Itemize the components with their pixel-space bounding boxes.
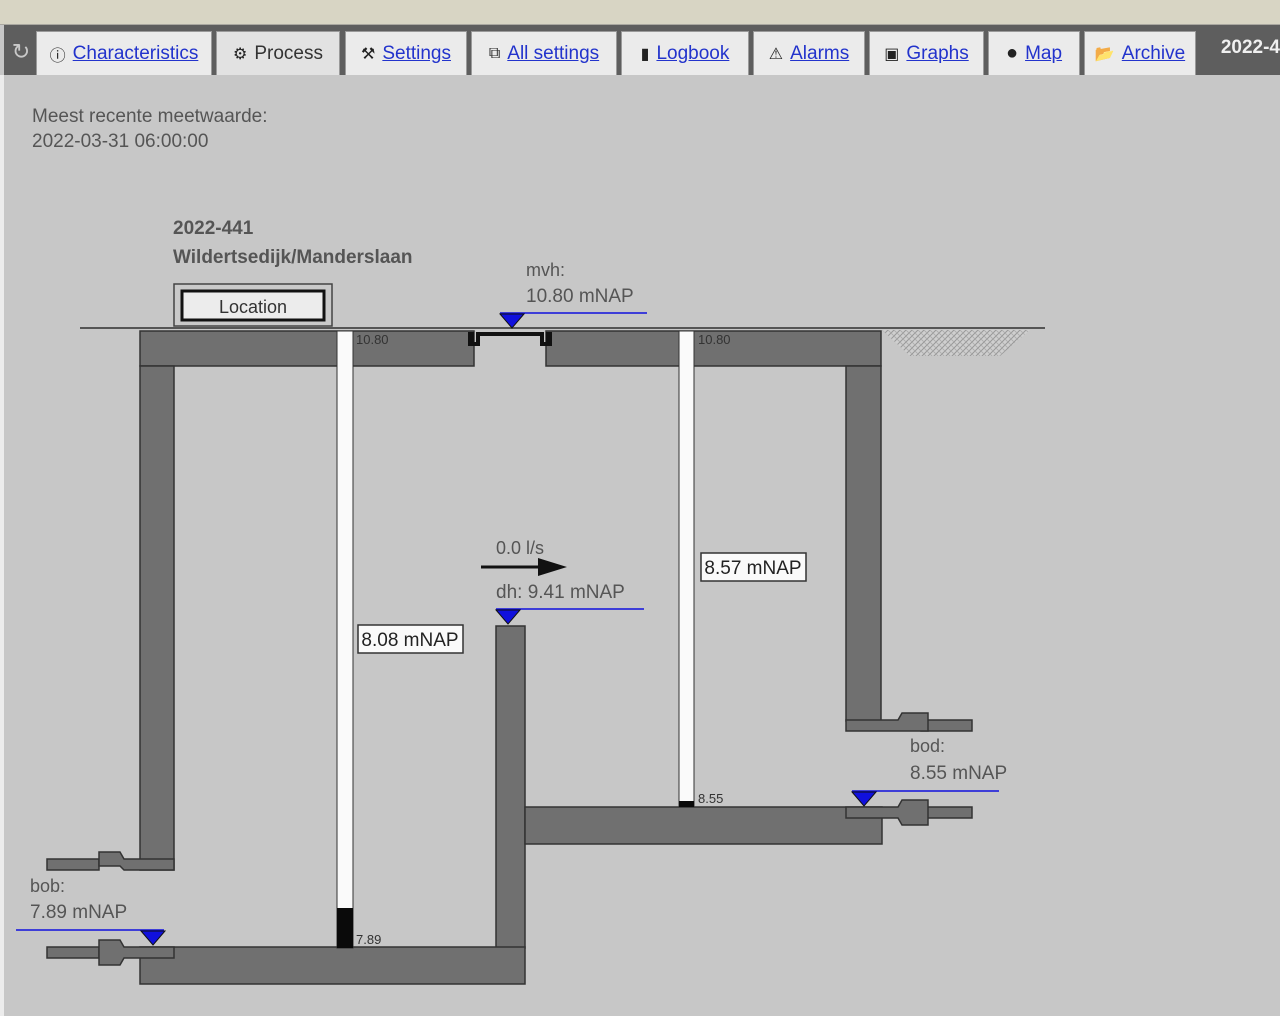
mvh-marker-icon	[498, 313, 526, 329]
left-level-gauge	[336, 330, 354, 949]
bod-label: bod:	[910, 736, 945, 756]
mvh-label: mvh:	[526, 260, 565, 280]
process-diagram: 2022-441 Wildertsedijk/Manderslaan Locat…	[16, 218, 1045, 985]
left-bottom-level-label: 7.89	[356, 932, 381, 947]
dh-marker-icon	[494, 609, 522, 625]
flow-value: 0.0 l/s	[496, 538, 544, 558]
manhole-cover	[468, 332, 552, 346]
station-id: 2022-441	[173, 218, 254, 239]
right-bottom-level-label: 8.55	[698, 791, 723, 806]
left-level-value: 8.08 mNAP	[361, 630, 458, 651]
left-top-level-label: 10.80	[356, 332, 389, 347]
dh-value: dh: 9.41 mNAP	[496, 582, 625, 603]
right-level-box: 8.57 mNAP	[700, 552, 807, 582]
top-slab-left	[139, 330, 475, 367]
bob-marker-icon	[139, 930, 167, 946]
ground-soil	[882, 330, 1030, 356]
structure-walls	[139, 330, 883, 985]
bod-marker-icon	[850, 791, 878, 807]
left-wall	[139, 365, 175, 871]
bob-label: bob:	[30, 876, 65, 896]
overflow-weir	[495, 625, 526, 949]
bottom-slab-left	[139, 946, 526, 985]
location-button[interactable]: Location	[173, 283, 333, 327]
location-button-label: Location	[219, 297, 287, 317]
left-level-box: 8.08 mNAP	[357, 624, 464, 654]
flow-arrow-icon	[481, 558, 567, 576]
right-level-value: 8.57 mNAP	[704, 558, 801, 579]
right-wall	[845, 365, 882, 722]
bob-value: 7.89 mNAP	[30, 902, 127, 923]
right-level-gauge	[678, 330, 695, 808]
bod-value: 8.55 mNAP	[910, 763, 1007, 784]
mvh-value: 10.80 mNAP	[526, 286, 634, 307]
bottom-slab-right	[524, 806, 883, 845]
station-name: Wildertsedijk/Manderslaan	[173, 247, 413, 268]
right-top-level-label: 10.80	[698, 332, 731, 347]
